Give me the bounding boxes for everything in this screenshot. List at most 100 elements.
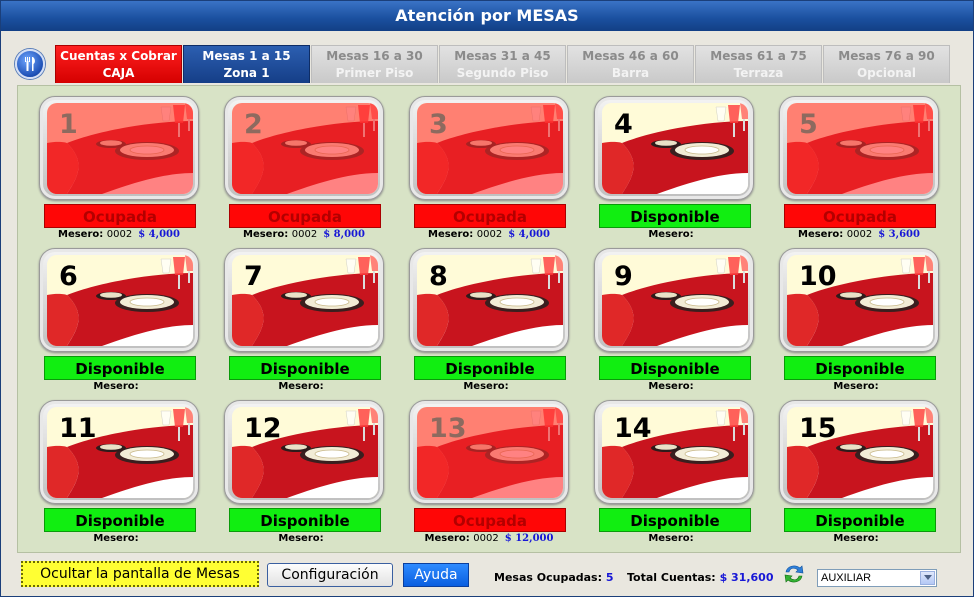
tables-panel: 1 Ocupada Mesero: 0002 $ 4,000 2 Ocupada Mese… <box>17 85 961 553</box>
table-card[interactable]: 15 Disponible Mesero: <box>779 400 939 552</box>
table-image-frame[interactable]: 7 <box>224 248 384 352</box>
tab-2[interactable]: Mesas 1 a 15 Zona 1 <box>183 45 310 83</box>
table-photo: 2 <box>232 103 378 194</box>
chevron-down-icon[interactable] <box>920 571 935 585</box>
tab-1[interactable]: Cuentas x Cobrar CAJA <box>55 45 182 83</box>
tab-6[interactable]: Mesas 61 a 75 Terraza <box>695 45 822 83</box>
user-select[interactable]: AUXILIAR <box>817 569 937 587</box>
table-card[interactable]: 2 Ocupada Mesero: 0002 $ 8,000 <box>224 96 384 248</box>
table-number: 8 <box>429 261 448 292</box>
tab-title: Mesas 46 a 60 <box>582 49 679 63</box>
table-image-frame[interactable]: 15 <box>779 400 939 504</box>
table-image-frame[interactable]: 4 <box>594 96 754 200</box>
table-number: 10 <box>799 261 837 292</box>
waiter-info: Mesero: <box>409 381 569 392</box>
total-accounts-stat: Total Cuentas: $ 31,600 <box>627 571 774 584</box>
waiter-info: Mesero: 0002 $ 4,000 <box>409 229 569 240</box>
table-image-frame[interactable]: 9 <box>594 248 754 352</box>
table-status: Disponible <box>599 508 751 532</box>
waiter-label: Mesero: <box>428 229 474 240</box>
table-image-frame[interactable]: 6 <box>39 248 199 352</box>
waiter-info: Mesero: <box>594 381 754 392</box>
tab-title: Mesas 31 a 45 <box>454 49 551 63</box>
table-card[interactable]: 5 Ocupada Mesero: 0002 $ 3,600 <box>779 96 939 248</box>
table-photo: 13 <box>417 407 563 498</box>
table-image-frame[interactable]: 12 <box>224 400 384 504</box>
table-photo: 10 <box>787 255 933 346</box>
tab-subtitle: Primer Piso <box>335 66 414 80</box>
table-number: 14 <box>614 413 652 444</box>
tab-4[interactable]: Mesas 31 a 45 Segundo Piso <box>439 45 566 83</box>
table-status: Disponible <box>229 508 381 532</box>
table-image-frame[interactable]: 10 <box>779 248 939 352</box>
table-status: Disponible <box>599 204 751 228</box>
waiter-info: Mesero: 0002 $ 3,600 <box>779 229 939 240</box>
tab-3[interactable]: Mesas 16 a 30 Primer Piso <box>311 45 438 83</box>
table-card[interactable]: 7 Disponible Mesero: <box>224 248 384 400</box>
waiter-label: Mesero: <box>648 381 694 392</box>
table-status: Disponible <box>414 356 566 380</box>
table-photo: 9 <box>602 255 748 346</box>
table-image-frame[interactable]: 8 <box>409 248 569 352</box>
waiter-label: Mesero: <box>798 229 844 240</box>
table-card[interactable]: 11 Disponible Mesero: <box>39 400 199 552</box>
table-status: Disponible <box>784 508 936 532</box>
waiter-info: Mesero: <box>594 533 754 544</box>
table-image-frame[interactable]: 3 <box>409 96 569 200</box>
table-image-frame[interactable]: 13 <box>409 400 569 504</box>
table-image-frame[interactable]: 14 <box>594 400 754 504</box>
table-card[interactable]: 4 Disponible Mesero: <box>594 96 754 248</box>
tab-subtitle: Opcional <box>856 66 916 80</box>
waiter-id: 0002 <box>106 229 133 240</box>
table-photo: 3 <box>417 103 563 194</box>
table-card[interactable]: 6 Disponible Mesero: <box>39 248 199 400</box>
tab-5[interactable]: Mesas 46 a 60 Barra <box>567 45 694 83</box>
table-image-frame[interactable]: 2 <box>224 96 384 200</box>
waiter-id: 0002 <box>476 229 503 240</box>
refresh-icon[interactable] <box>781 561 807 587</box>
table-number: 15 <box>799 413 837 444</box>
waiter-info: Mesero: 0002 $ 12,000 <box>409 533 569 544</box>
table-photo: 4 <box>602 103 748 194</box>
table-photo: 12 <box>232 407 378 498</box>
fork-knife-icon[interactable] <box>15 49 45 79</box>
table-card[interactable]: 1 Ocupada Mesero: 0002 $ 4,000 <box>39 96 199 248</box>
table-number: 1 <box>59 109 78 140</box>
tab-title: Mesas 61 a 75 <box>710 49 807 63</box>
waiter-label: Mesero: <box>58 229 104 240</box>
total-accounts-value: $ 31,600 <box>719 571 774 584</box>
table-number: 13 <box>429 413 467 444</box>
hide-tables-button[interactable]: Ocultar la pantalla de Mesas <box>21 561 259 587</box>
table-card[interactable]: 12 Disponible Mesero: <box>224 400 384 552</box>
table-card[interactable]: 3 Ocupada Mesero: 0002 $ 4,000 <box>409 96 569 248</box>
table-image-frame[interactable]: 1 <box>39 96 199 200</box>
table-number: 2 <box>244 109 263 140</box>
table-card[interactable]: 8 Disponible Mesero: <box>409 248 569 400</box>
table-status: Disponible <box>44 508 196 532</box>
waiter-info: Mesero: <box>779 381 939 392</box>
table-status: Disponible <box>44 356 196 380</box>
table-image-frame[interactable]: 11 <box>39 400 199 504</box>
table-status: Ocupada <box>414 204 566 228</box>
table-image-frame[interactable]: 5 <box>779 96 939 200</box>
waiter-info: Mesero: <box>594 229 754 240</box>
table-status: Ocupada <box>44 204 196 228</box>
waiter-info: Mesero: 0002 $ 4,000 <box>39 229 199 240</box>
tab-title: Mesas 76 a 90 <box>838 49 935 63</box>
tab-7[interactable]: Mesas 76 a 90 Opcional <box>823 45 950 83</box>
waiter-info: Mesero: <box>224 533 384 544</box>
table-card[interactable]: 10 Disponible Mesero: <box>779 248 939 400</box>
table-photo: 8 <box>417 255 563 346</box>
configuration-button[interactable]: Configuración <box>267 563 393 587</box>
table-card[interactable]: 9 Disponible Mesero: <box>594 248 754 400</box>
table-card[interactable]: 14 Disponible Mesero: <box>594 400 754 552</box>
table-photo: 7 <box>232 255 378 346</box>
table-status: Ocupada <box>784 204 936 228</box>
table-amount: $ 12,000 <box>504 533 554 544</box>
table-status: Disponible <box>599 356 751 380</box>
waiter-info: Mesero: <box>39 381 199 392</box>
help-button[interactable]: Ayuda <box>403 563 469 587</box>
total-accounts-label: Total Cuentas: <box>627 571 716 584</box>
table-number: 11 <box>59 413 97 444</box>
table-card[interactable]: 13 Ocupada Mesero: 0002 $ 12,000 <box>409 400 569 552</box>
